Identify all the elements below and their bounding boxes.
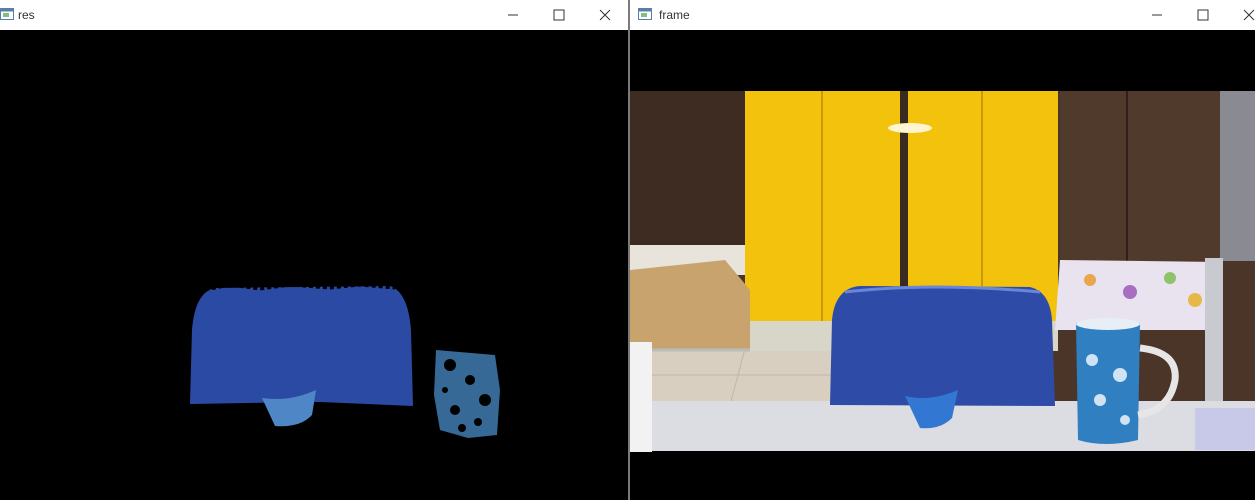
window-app-icon: [0, 8, 14, 20]
title-bar[interactable]: res: [0, 0, 628, 30]
minimize-icon: [1152, 14, 1162, 16]
close-button[interactable]: [582, 0, 628, 30]
minimize-button[interactable]: [490, 0, 536, 30]
title-bar[interactable]: frame: [630, 0, 1255, 30]
window-app-icon: [638, 8, 652, 20]
mask-view: [0, 30, 628, 500]
blue-chair: [830, 286, 1055, 406]
room-scene: [630, 91, 1255, 452]
maximize-button[interactable]: [536, 0, 582, 30]
mask-image: [190, 283, 500, 438]
maximize-icon: [1197, 9, 1209, 21]
minimize-button[interactable]: [1134, 0, 1180, 30]
maximize-button[interactable]: [1180, 0, 1226, 30]
close-icon: [599, 9, 611, 21]
camera-view: [630, 30, 1255, 500]
close-button[interactable]: [1226, 0, 1255, 30]
close-icon: [1243, 9, 1255, 21]
window-title: res: [18, 8, 35, 22]
window-title: frame: [659, 8, 690, 22]
camera-frame-image: [630, 91, 1255, 452]
chair-mask: [190, 286, 413, 406]
res-window: res: [0, 0, 628, 500]
maximize-icon: [553, 9, 565, 21]
minimize-icon: [508, 14, 518, 16]
frame-window: frame: [630, 0, 1255, 500]
mug-mask: [434, 350, 500, 438]
